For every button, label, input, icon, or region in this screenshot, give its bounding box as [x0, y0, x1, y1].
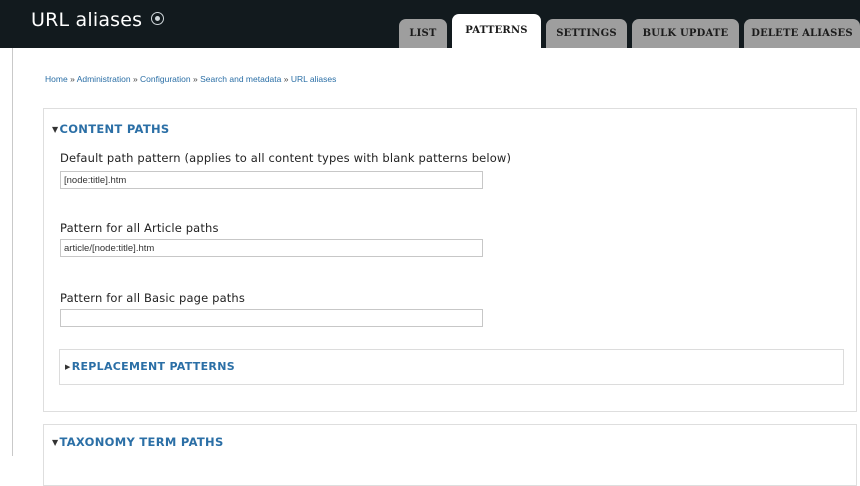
header-bar: URL aliases LIST PATTERNS SETTINGS BULK … — [0, 0, 860, 48]
article-pattern-input[interactable] — [60, 239, 483, 257]
taxonomy-paths-legend-text: TAXONOMY TERM PATHS — [59, 435, 224, 449]
breadcrumb-home[interactable]: Home — [45, 74, 68, 84]
replacement-patterns-text: REPLACEMENT PATTERNS — [71, 360, 235, 373]
tab-patterns[interactable]: PATTERNS — [452, 14, 541, 48]
taxonomy-paths-fieldset: ▼TAXONOMY TERM PATHS — [43, 424, 857, 486]
add-shortcut-icon[interactable] — [151, 12, 165, 25]
replacement-patterns-fieldset: ▶REPLACEMENT PATTERNS — [59, 349, 844, 385]
tab-settings[interactable]: SETTINGS — [546, 19, 627, 48]
breadcrumb-url-aliases[interactable]: URL aliases — [291, 74, 337, 84]
breadcrumb: Home » Administration » Configuration » … — [45, 74, 336, 84]
page-body: Home » Administration » Configuration » … — [12, 48, 860, 486]
default-pattern-input[interactable] — [60, 171, 483, 189]
tab-list[interactable]: LIST — [399, 19, 447, 48]
tab-bulk-update[interactable]: BULK UPDATE — [632, 19, 739, 48]
replacement-patterns-legend[interactable]: ▶REPLACEMENT PATTERNS — [65, 360, 235, 373]
page-title: URL aliases — [31, 9, 165, 31]
page-title-text: URL aliases — [31, 9, 143, 31]
collapse-triangle-icon: ▼ — [52, 125, 59, 134]
breadcrumb-administration[interactable]: Administration — [77, 74, 131, 84]
breadcrumb-separator: » — [192, 74, 198, 84]
breadcrumb-separator: » — [132, 74, 138, 84]
tab-delete-aliases[interactable]: DELETE ALIASES — [744, 19, 860, 48]
taxonomy-paths-legend[interactable]: ▼TAXONOMY TERM PATHS — [52, 435, 224, 449]
basic-page-pattern-label: Pattern for all Basic page paths — [60, 291, 246, 305]
breadcrumb-search-metadata[interactable]: Search and metadata — [200, 74, 281, 84]
content-paths-fieldset: ▼CONTENT PATHS Default path pattern (app… — [43, 108, 857, 412]
article-pattern-label: Pattern for all Article paths — [60, 221, 219, 235]
expand-triangle-icon: ▶ — [65, 363, 71, 371]
content-paths-legend-text: CONTENT PATHS — [59, 122, 170, 136]
breadcrumb-configuration[interactable]: Configuration — [140, 74, 191, 84]
breadcrumb-separator: » — [70, 74, 75, 84]
basic-page-pattern-input[interactable] — [60, 309, 483, 327]
content-paths-legend[interactable]: ▼CONTENT PATHS — [52, 122, 170, 136]
collapse-triangle-icon: ▼ — [52, 438, 59, 447]
default-pattern-label: Default path pattern (applies to all con… — [60, 151, 512, 165]
breadcrumb-separator: » — [283, 74, 289, 84]
